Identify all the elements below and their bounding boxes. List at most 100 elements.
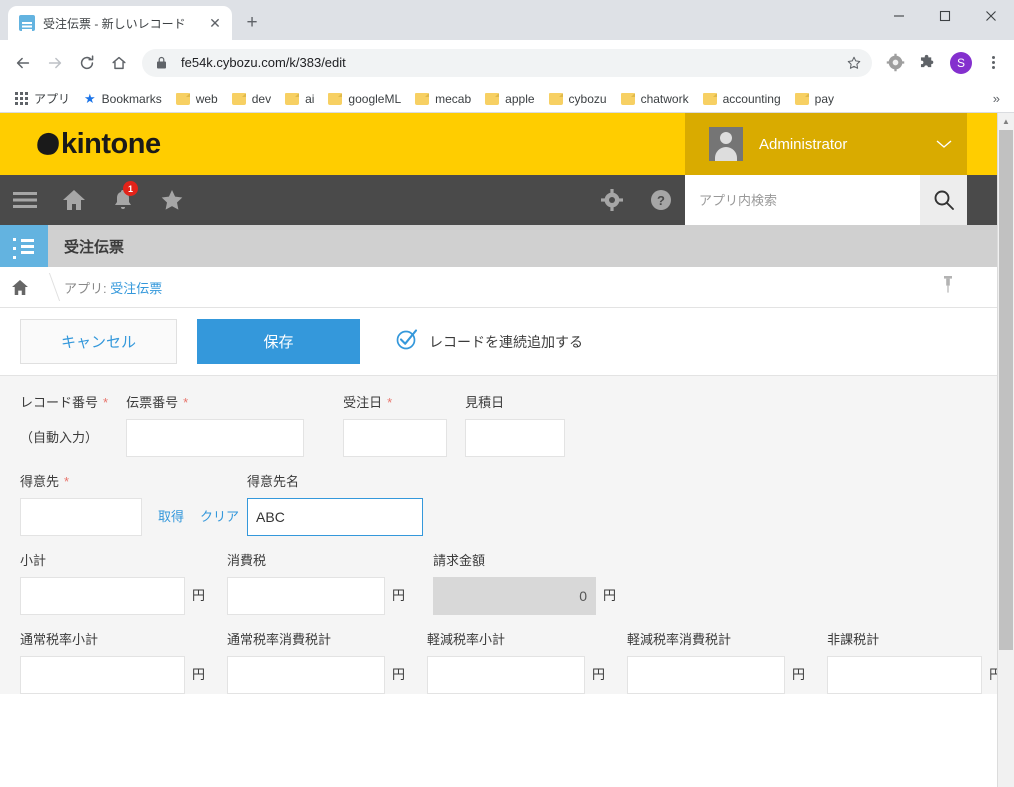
address-bar[interactable]: fe54k.cybozu.com/k/383/edit <box>142 48 872 77</box>
field-input <box>433 577 597 615</box>
bell-icon[interactable]: 1 <box>98 175 147 225</box>
field-label: レコード番号 * <box>20 392 108 410</box>
search-input[interactable] <box>697 191 908 209</box>
field-control: 円 <box>627 656 805 694</box>
close-icon[interactable]: ✕ <box>206 14 224 32</box>
bookmark-folder[interactable]: googleML <box>321 89 408 109</box>
save-button[interactable]: 保存 <box>197 319 360 364</box>
vertical-scrollbar[interactable]: ▲ ▼ <box>997 113 1014 787</box>
scroll-up-arrow-icon[interactable]: ▲ <box>998 113 1014 130</box>
form-field: レコード番号 * （自動入力） <box>20 392 108 457</box>
field-input[interactable] <box>126 419 305 457</box>
field-input[interactable] <box>20 577 185 615</box>
field-input[interactable] <box>247 498 424 536</box>
field-input[interactable] <box>827 656 983 694</box>
reload-icon[interactable] <box>72 48 102 78</box>
kintone-logo[interactable]: kintone <box>35 127 161 161</box>
chevron-down-icon[interactable] <box>935 137 953 152</box>
field-control: 円 <box>433 577 616 615</box>
app-search <box>685 175 967 225</box>
star-icon[interactable] <box>147 175 196 225</box>
pin-icon[interactable] <box>941 275 955 300</box>
gear-icon[interactable] <box>587 175 636 225</box>
field-input[interactable] <box>227 577 386 615</box>
required-marker: * <box>387 395 393 410</box>
browser-toolbar: fe54k.cybozu.com/k/383/edit S <box>0 40 1014 85</box>
field-input[interactable] <box>227 656 386 694</box>
tab-title: 受注伝票 - 新しいレコード <box>43 16 186 31</box>
currency-suffix: 円 <box>392 667 406 682</box>
vertical-scroll-thumb[interactable] <box>999 130 1013 650</box>
breadcrumb-app-link[interactable]: 受注伝票 <box>110 281 162 296</box>
bookmarks-overflow-icon[interactable]: » <box>993 91 1006 106</box>
bookmark-star-icon[interactable] <box>840 49 868 77</box>
profile-avatar[interactable]: S <box>950 51 972 74</box>
app-search-field[interactable] <box>685 175 920 225</box>
home-icon[interactable] <box>49 175 98 225</box>
form-field: 請求金額円 <box>433 550 616 615</box>
field-input[interactable] <box>20 656 185 694</box>
bookmark-folder[interactable]: dev <box>225 89 278 109</box>
user-avatar-icon <box>709 127 743 161</box>
browser-tab[interactable]: 受注伝票 - 新しいレコード ✕ <box>8 6 232 40</box>
field-label: 小計 <box>20 550 205 568</box>
bookmark-folder[interactable]: cybozu <box>542 89 614 109</box>
field-control: 円 <box>20 577 205 615</box>
field-input[interactable] <box>627 656 786 694</box>
form-field: 小計円 <box>20 550 205 615</box>
bookmark-folder[interactable]: apple <box>478 89 541 109</box>
field-control: （自動入力） <box>20 419 108 457</box>
bookmark-folder[interactable]: pay <box>788 89 841 109</box>
field-action-link[interactable]: 取得 <box>158 498 184 536</box>
kintone-logo-text: kintone <box>61 127 161 160</box>
folder-icon <box>415 92 430 105</box>
cancel-button[interactable]: キャンセル <box>20 319 177 364</box>
folder-icon <box>485 92 500 105</box>
help-icon[interactable]: ? <box>636 175 685 225</box>
bookmark-folder[interactable]: web <box>169 89 225 109</box>
bookmark-folder[interactable]: mecab <box>408 89 478 109</box>
back-arrow-icon[interactable] <box>8 48 38 78</box>
gear-icon[interactable] <box>880 48 910 78</box>
bookmark-folder[interactable]: chatwork <box>614 89 696 109</box>
close-icon[interactable] <box>968 0 1014 32</box>
new-tab-button[interactable]: + <box>238 9 266 37</box>
field-label-text: 見積日 <box>465 395 505 410</box>
field-input[interactable] <box>20 498 142 536</box>
breadcrumb: アプリ: 受注伝票 <box>0 267 997 308</box>
field-input[interactable] <box>427 656 586 694</box>
field-action-link[interactable]: クリア <box>200 498 239 536</box>
field-input[interactable] <box>343 419 448 457</box>
form-row: 得意先 * 取得 クリア 得意先名 <box>0 471 997 536</box>
form-row: レコード番号 * （自動入力） 伝票番号 * 受注日 * 見積日 <box>0 392 997 457</box>
search-icon[interactable] <box>920 175 967 225</box>
bookmark-label: web <box>195 91 218 106</box>
record-form: レコード番号 * （自動入力） 伝票番号 * 受注日 * 見積日得意先 * 取得クリア得意先名小計… <box>0 376 997 694</box>
bookmark-apps[interactable]: アプリ <box>8 87 77 110</box>
bookmark-bookmarks[interactable]: ★ Bookmarks <box>77 88 169 110</box>
folder-icon <box>175 92 190 105</box>
form-field: 通常税率消費税計円 <box>227 629 405 694</box>
field-label: 得意先 * <box>20 471 239 489</box>
forward-arrow-icon[interactable] <box>40 48 70 78</box>
three-dot-menu-icon[interactable] <box>980 48 1006 78</box>
bookmark-folder[interactable]: accounting <box>696 89 788 109</box>
user-menu[interactable]: Administrator <box>685 113 967 175</box>
field-input[interactable] <box>465 419 566 457</box>
user-name: Administrator <box>759 135 848 153</box>
home-icon[interactable] <box>104 48 134 78</box>
minimize-icon[interactable] <box>876 0 922 32</box>
kintone-logo-mark-icon <box>35 131 61 157</box>
form-field: 消費税円 <box>227 550 405 615</box>
folder-icon <box>231 92 246 105</box>
field-label-text: 得意先名 <box>247 474 300 489</box>
maximize-icon[interactable] <box>922 0 968 32</box>
home-icon[interactable] <box>0 279 40 295</box>
field-label-text: 非課税計 <box>827 632 880 647</box>
hamburger-menu-icon[interactable] <box>0 175 49 225</box>
continuous-add-checkbox[interactable]: レコードを連続追加する <box>395 327 583 356</box>
puzzle-piece-icon[interactable] <box>912 48 942 78</box>
field-control: 円 <box>227 656 405 694</box>
bookmark-folder[interactable]: ai <box>278 89 321 109</box>
form-field: 受注日 * <box>343 392 448 457</box>
